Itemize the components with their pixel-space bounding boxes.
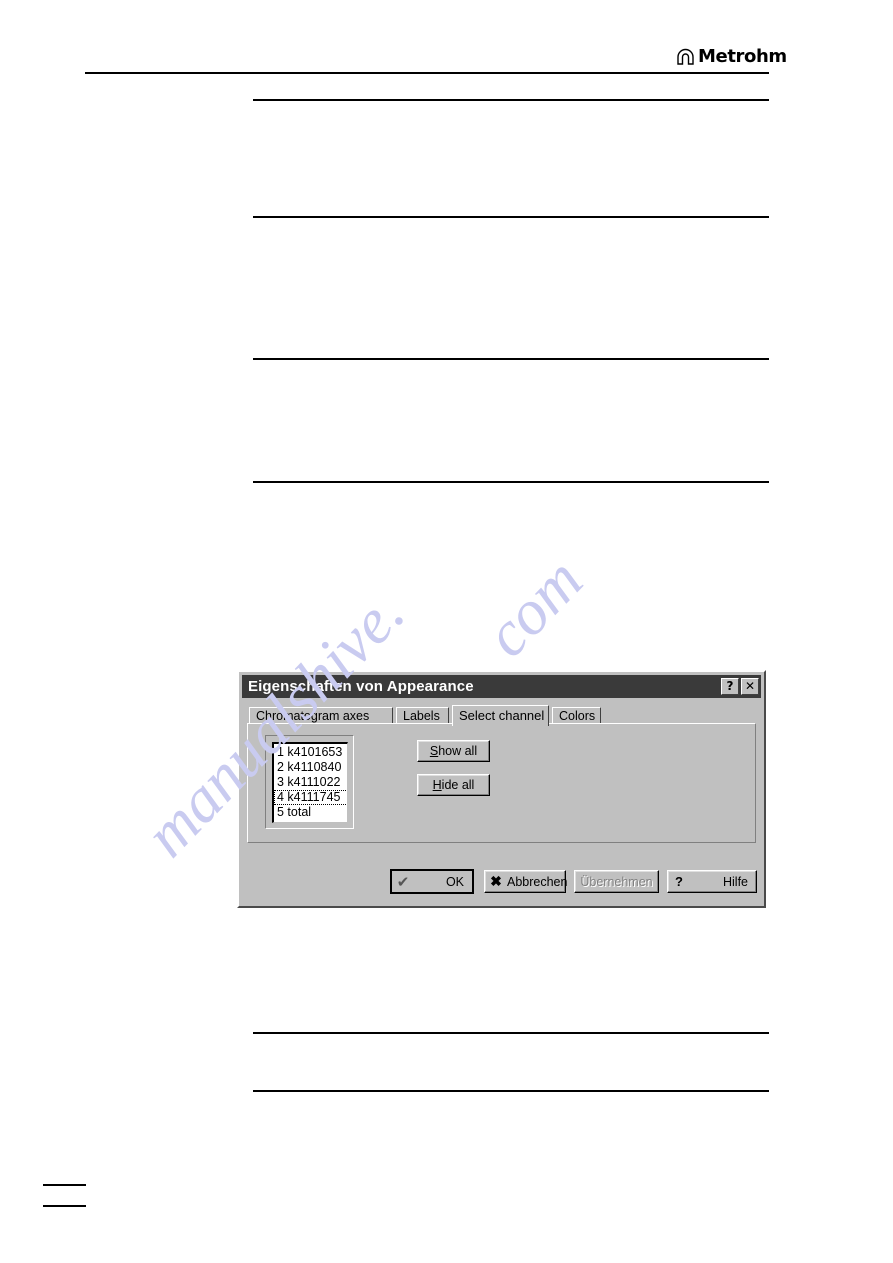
list-item[interactable]: 4 k4111745 [274,790,347,805]
help-button-label: Hilfe [722,874,748,889]
help-button[interactable]: ? [721,678,739,695]
ok-button[interactable]: ✔ OK [390,869,474,894]
section-rule-4 [253,481,769,483]
section-rule-5 [253,1032,769,1034]
metrohm-logo: Metrohm [676,46,787,67]
hide-all-button[interactable]: Hide all [417,774,490,796]
cross-icon: ✖ [490,873,502,889]
tab-strip: Chromatogram axes Labels Select channel … [249,705,754,726]
help-button-footer[interactable]: ? Hilfe [667,870,757,893]
show-all-button[interactable]: Show all [417,740,490,762]
dialog-title: Eigenschaften von Appearance [248,678,474,695]
show-all-accel: S [429,744,439,758]
apply-button[interactable]: Übernehmen [574,870,659,893]
header-rule [85,72,769,74]
list-item[interactable]: 1 k4101653 [274,745,347,760]
hide-all-accel: H [432,778,442,792]
footer-rule-1 [43,1184,86,1186]
close-button[interactable]: ✕ [741,678,759,695]
show-all-label: how all [438,744,478,758]
hide-all-label: ide all [441,778,475,792]
tab-select-channel[interactable]: Select channel [452,705,549,726]
section-rule-1 [253,99,769,101]
tab-panel-select-channel: 1 k4101653 2 k4110840 3 k4111022 4 k4111… [247,723,756,843]
list-item[interactable]: 2 k4110840 [274,760,347,775]
properties-dialog: Eigenschaften von Appearance ? ✕ Chromat… [237,670,766,908]
omega-arch-icon [676,47,695,66]
cancel-button-label: Abbrechen [507,874,568,889]
apply-button-label: Übernehmen [580,874,653,889]
list-item[interactable]: 3 k4111022 [274,775,347,790]
section-rule-2 [253,216,769,218]
checkmark-icon: ✔ [396,873,410,891]
footer-rule-2 [43,1205,86,1207]
question-mark-icon: ? [675,874,683,889]
channel-listbox[interactable]: 1 k4101653 2 k4110840 3 k4111022 4 k4111… [272,742,348,823]
ok-button-label: OK [445,874,464,889]
list-item[interactable]: 5 total [274,805,347,820]
section-rule-6 [253,1090,769,1092]
section-rule-3 [253,358,769,360]
document-page: Metrohm [0,0,893,1263]
metrohm-wordmark: Metrohm [698,46,787,67]
channel-list-frame: 1 k4101653 2 k4110840 3 k4111022 4 k4111… [265,735,354,829]
titlebar-buttons: ? ✕ [721,678,759,695]
dialog-titlebar[interactable]: Eigenschaften von Appearance ? ✕ [242,675,761,698]
cancel-button[interactable]: ✖ Abbrechen [484,870,568,893]
dialog-button-bar: ✔ OK ✖ Abbrechen Übernehmen ? Hilfe [239,868,764,902]
